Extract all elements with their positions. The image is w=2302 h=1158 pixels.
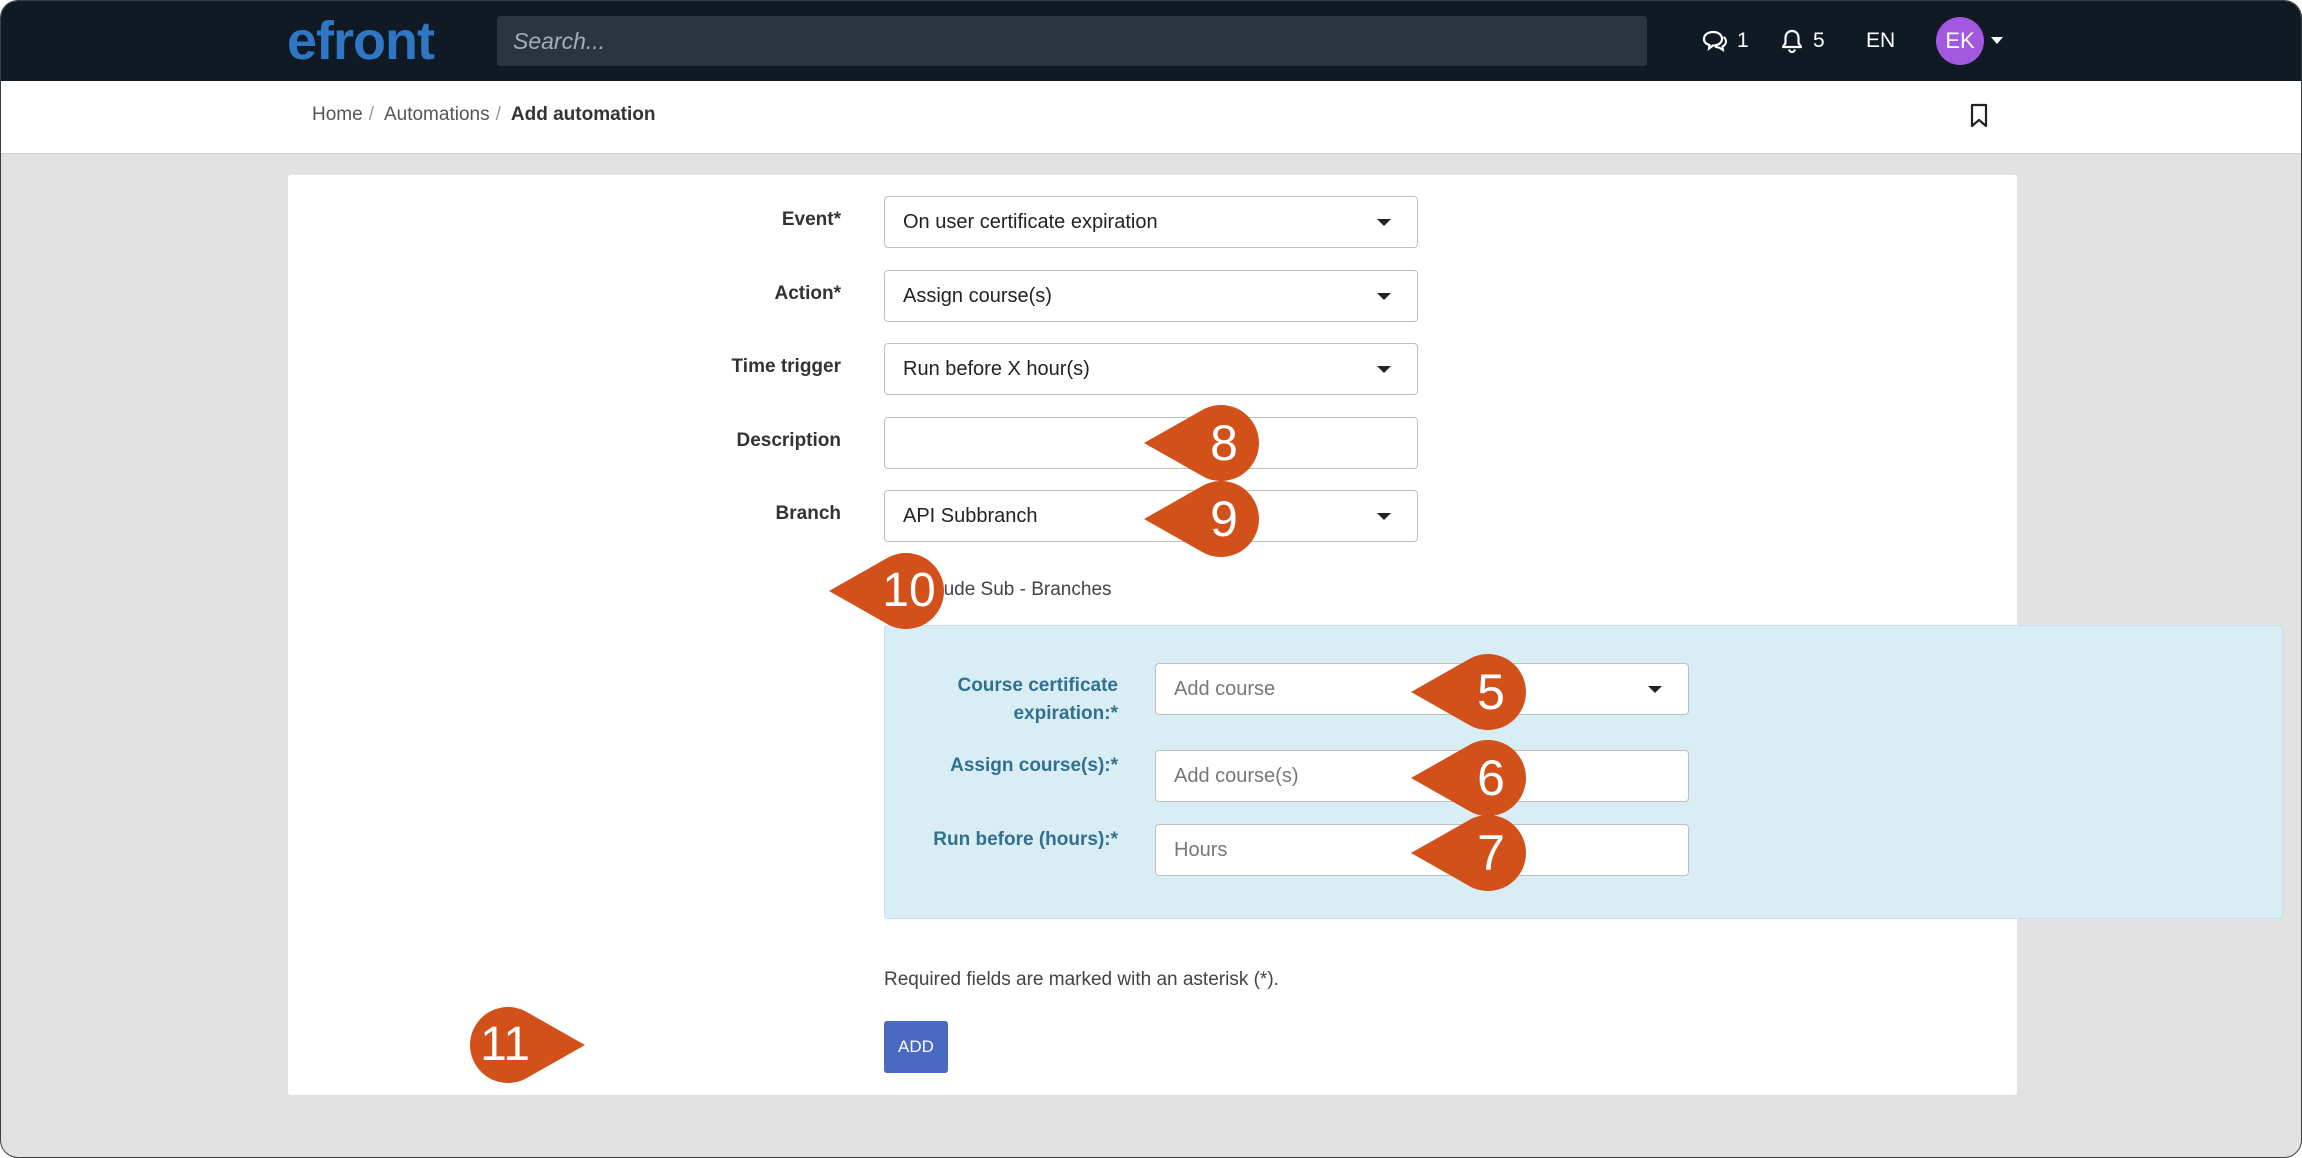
event-label: Event* [781, 209, 841, 230]
action-select[interactable]: Assign course(s) [884, 270, 1418, 322]
avatar-initials: EK [1945, 28, 1975, 53]
chevron-down-icon [1377, 513, 1391, 520]
efront-logo[interactable]: efront [287, 11, 435, 71]
callout-number: 5 [1477, 664, 1505, 720]
messages-count: 1 [1737, 29, 1749, 52]
callout-10: 10 [827, 551, 947, 631]
automation-form-card: Event* On user certificate expiration Ac… [288, 175, 2283, 1095]
action-label: Action* [774, 283, 842, 304]
user-avatar[interactable]: EK [1936, 17, 1984, 65]
breadcrumb-current: Add automation [510, 104, 656, 125]
event-select[interactable]: On user certificate expiration [884, 196, 1418, 248]
search-input[interactable] [497, 16, 1647, 66]
chevron-down-icon [1377, 293, 1391, 300]
assign-courses-label: Assign course(s):* [950, 755, 1118, 776]
notifications-button[interactable]: 5 [1781, 21, 1825, 61]
breadcrumb-separator: / [495, 104, 501, 125]
course-cert-label-line1: Course certificate [957, 675, 1118, 696]
action-value: Assign course(s) [903, 284, 1052, 307]
run-before-label: Run before (hours):* [933, 829, 1118, 850]
callout-8: 8 [1142, 403, 1262, 483]
breadcrumb-automations[interactable]: Automations [384, 104, 490, 126]
chevron-down-icon [1377, 219, 1391, 226]
top-navbar: efront 1 5 EN EK [1, 1, 2301, 81]
description-label: Description [736, 430, 841, 451]
callout-11: 11 [467, 1005, 587, 1085]
chevron-down-icon [1648, 686, 1662, 693]
course-cert-label-line2: expiration:* [1013, 703, 1118, 724]
language-label: EN [1866, 29, 1896, 52]
branch-label: Branch [775, 503, 841, 524]
callout-number: 8 [1210, 415, 1238, 471]
breadcrumb-home[interactable]: Home [312, 104, 363, 126]
time-trigger-value: Run before X hour(s) [903, 357, 1090, 380]
course-cert-placeholder: Add course [1174, 677, 1276, 700]
course-cert-label: Course certificate expiration:* [905, 672, 1118, 728]
required-fields-note: Required fields are marked with an aster… [884, 969, 1279, 990]
time-trigger-label: Time trigger [731, 356, 841, 377]
callout-number: 6 [1477, 750, 1505, 806]
messages-button[interactable]: 1 [1701, 21, 1749, 61]
callout-number: 10 [882, 564, 936, 617]
callout-7: 7 [1409, 813, 1529, 893]
callout-number: 9 [1210, 491, 1238, 547]
chat-icon [1701, 30, 1727, 52]
event-value: On user certificate expiration [903, 210, 1158, 233]
chevron-down-icon [1377, 366, 1391, 373]
callout-6: 6 [1409, 738, 1529, 818]
breadcrumb-separator: / [368, 104, 374, 125]
branch-value: API Subbranch [903, 504, 1038, 527]
bookmark-icon[interactable] [1969, 103, 1989, 134]
chevron-down-icon[interactable] [1991, 37, 2003, 44]
breadcrumb-bar: Home / Automations / Add automation [1, 81, 2301, 154]
bell-icon [1781, 29, 1803, 53]
language-selector[interactable]: EN [1866, 21, 1895, 61]
add-button[interactable]: ADD [884, 1021, 948, 1073]
action-options-panel: Course certificate expiration:* Add cour… [884, 625, 2283, 919]
callout-9: 9 [1142, 479, 1262, 559]
app-window: efront 1 5 EN EK [0, 0, 2302, 1158]
breadcrumb: Home / Automations / Add automation [312, 104, 655, 126]
notifications-count: 5 [1813, 29, 1825, 52]
callout-number: 7 [1477, 825, 1505, 881]
callout-number: 11 [480, 1018, 530, 1071]
callout-5: 5 [1409, 652, 1529, 732]
time-trigger-select[interactable]: Run before X hour(s) [884, 343, 1418, 395]
logo-text: efront [287, 11, 435, 71]
